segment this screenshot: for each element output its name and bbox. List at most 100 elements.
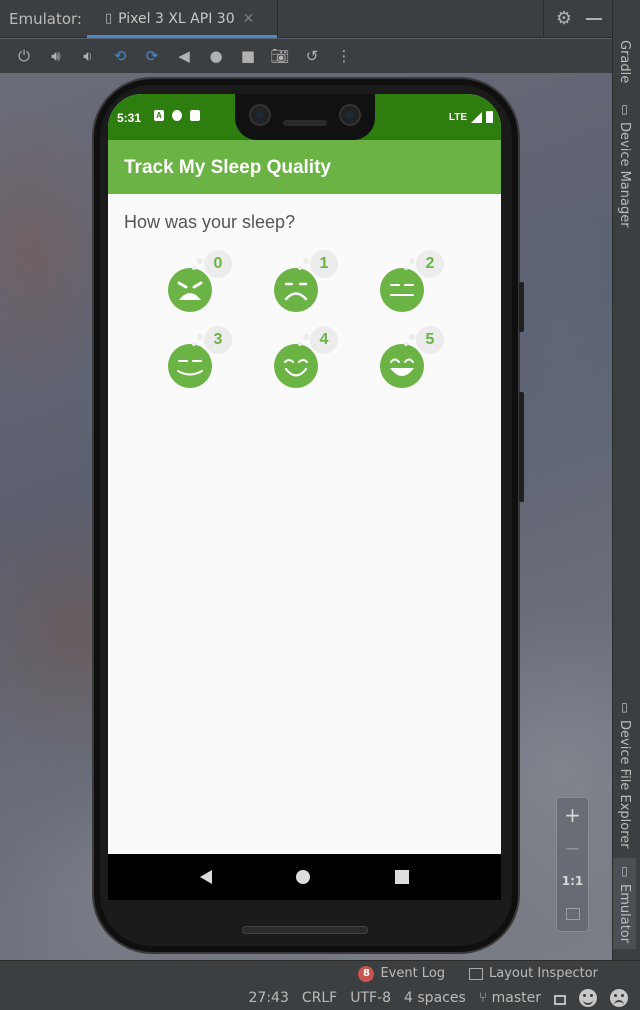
device-file-explorer-icon: ▯ [617,700,632,714]
rating-label: 5 [404,326,444,354]
nav-back-icon[interactable] [200,870,213,884]
a-icon: A [154,110,164,121]
emulator-toolbar: ⏻ 🔊︎ 🔉︎ ⟲ ⟳ ◀ ● ■ 📷︎ ↺ ⋮ [0,39,612,73]
event-log-label: Event Log [380,966,446,981]
more-icon[interactable]: ⋮ [328,41,360,71]
very-sad-face-icon [168,268,212,312]
sleep-rating-2[interactable]: 2 [380,250,450,312]
device-file-explorer-label: Device File Explorer [617,720,632,849]
app-title: Track My Sleep Quality [124,157,331,178]
tool-device-manager[interactable]: ▯ Device Manager [617,102,632,228]
snapshot-icon[interactable]: ↺ [296,41,328,71]
rating-label: 4 [298,326,338,354]
file-encoding[interactable]: UTF-8 [350,990,391,1006]
git-branch[interactable]: ⑂ master [479,990,541,1006]
panel-label: Emulator: [9,9,82,28]
event-log-button[interactable]: 8 Event Log [358,965,446,982]
fit-icon [565,907,580,920]
smile-face-icon [274,344,318,388]
lock-icon[interactable] [554,995,566,1005]
zoom-fit-button[interactable] [557,897,588,930]
overview-icon[interactable]: ■ [232,41,264,71]
layout-inspector-button[interactable]: Layout Inspector [469,966,598,981]
device-manager-label: Device Manager [617,122,632,228]
camera-icon[interactable]: 📷︎ [264,41,296,71]
phone-side-button [519,282,524,332]
layout-inspector-icon [469,967,484,980]
device-manager-icon: ▯ [617,102,632,116]
sleep-rating-5[interactable]: 5 [380,326,450,388]
event-count-badge: 8 [358,965,375,982]
happy-feedback-icon[interactable] [579,989,597,1007]
indent-setting[interactable]: 4 spaces [404,990,466,1006]
caret-position[interactable]: 27:43 [249,990,289,1006]
line-separator[interactable]: CRLF [302,990,337,1006]
notification-icons: A [154,110,200,121]
bottom-speaker [242,926,368,934]
drive-icon [172,110,182,121]
status-time: 5:31 [117,111,142,125]
app-toolbar: Track My Sleep Quality [108,140,501,194]
android-navigation-bar [108,854,501,900]
header-actions: ⚙ [544,8,612,29]
nav-home-icon[interactable] [296,870,311,884]
network-type: LTE [448,111,467,123]
front-camera-icon [249,104,271,126]
sleep-rating-4[interactable]: 4 [274,326,344,388]
tool-device-file-explorer[interactable]: ▯ Device File Explorer [617,700,632,849]
system-indicators: LTE [449,111,493,123]
zoom-actual-size-button[interactable]: 1:1 [557,864,588,897]
volume-up-icon[interactable]: 🔊︎ [40,41,72,71]
rotate-right-icon[interactable]: ⟳ [136,41,168,71]
gear-icon[interactable]: ⚙ [556,8,572,29]
neutral-face-icon [380,268,424,312]
zoom-controls: + − 1:1 [556,797,589,932]
sad-feedback-icon[interactable] [610,989,628,1007]
signal-icon [471,111,482,123]
front-camera-icon [339,104,361,126]
sleep-rating-1[interactable]: 1 [274,250,344,312]
phone-volume-button [519,392,524,502]
battery-icon [486,111,493,123]
emulator-panel-header: Emulator: ▯ Pixel 3 XL API 30 ✕ ⚙ [0,0,612,38]
minimize-icon[interactable] [586,17,602,20]
device-icon: ▯ [105,11,113,26]
tab-pixel-3-xl[interactable]: ▯ Pixel 3 XL API 30 ✕ [87,0,278,38]
sd-card-icon [190,110,200,121]
sad-face-icon [274,268,318,312]
layout-inspector-label: Layout Inspector [489,966,598,981]
rating-label: 0 [192,250,232,278]
tool-window-bar: 8 Event Log Layout Inspector [0,960,640,986]
big-smile-face-icon [380,344,424,388]
home-icon[interactable]: ● [200,41,232,71]
back-icon[interactable]: ◀ [168,41,200,71]
nav-recents-icon[interactable] [394,870,409,884]
slight-smile-face-icon [168,344,212,388]
volume-down-icon[interactable]: 🔉︎ [72,41,104,71]
sleep-rating-0[interactable]: 0 [168,250,238,312]
header-spacer [278,0,544,38]
sleep-quality-content: How was your sleep? 0 1 2 3 4 5 [108,194,501,854]
right-tool-strip: Gradle ▯ Device Manager ▯ Device File Ex… [612,0,640,960]
zoom-in-button[interactable]: + [557,798,588,831]
gradle-label: Gradle [617,40,632,84]
rating-label: 3 [192,326,232,354]
rating-label: 2 [404,250,444,278]
tool-emulator[interactable]: ▯ Emulator [613,858,636,950]
branch-name: master [491,990,541,1006]
rating-label: 1 [298,250,338,278]
emulator-icon: ▯ [617,864,632,878]
status-bar: 27:43 CRLF UTF-8 4 spaces ⑂ master [0,986,640,1010]
camera-notch [235,94,375,140]
tool-gradle[interactable]: Gradle [617,40,632,83]
emulator-label: Emulator [617,884,632,944]
close-icon[interactable]: ✕ [243,11,255,27]
earpiece-speaker [283,120,327,126]
sleep-question: How was your sleep? [124,212,296,232]
power-icon[interactable]: ⏻ [8,41,40,71]
device-screen[interactable]: 5:31 A LTE Track My Sleep Quality How wa… [108,94,501,900]
rotate-left-icon[interactable]: ⟲ [104,41,136,71]
sleep-rating-3[interactable]: 3 [168,326,238,388]
zoom-out-button[interactable]: − [557,831,588,864]
tab-title: Pixel 3 XL API 30 [118,10,235,27]
